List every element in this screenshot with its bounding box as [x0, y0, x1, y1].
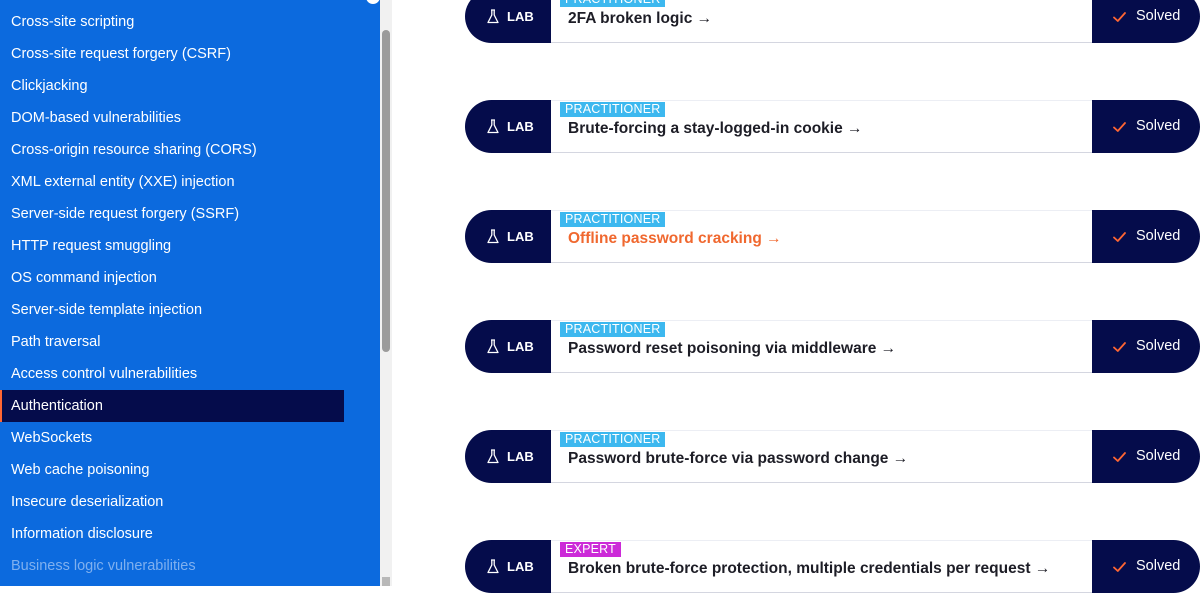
lab-card: LAB PRACTITIONER Password reset poisoning …	[465, 320, 1200, 373]
solved-status-label: Solved	[1136, 228, 1181, 244]
lab-card: LAB EXPERT Broken brute-force protection, …	[465, 540, 1200, 593]
flask-icon	[487, 339, 499, 354]
flask-icon	[487, 229, 499, 244]
sidebar-item-cross-site-scripting[interactable]: Cross-site scripting	[0, 6, 344, 38]
lab-type-pill: LAB	[465, 0, 565, 43]
lab-card-body: PRACTITIONER Offline password cracking →	[551, 210, 1092, 263]
level-badge: EXPERT	[560, 542, 621, 557]
solved-status-label: Solved	[1136, 448, 1181, 464]
sidebar-item-server-side-request-forgery-ssrf[interactable]: Server-side request forgery (SSRF)	[0, 198, 344, 230]
lab-title-link[interactable]: 2FA broken logic →	[568, 10, 712, 28]
lab-type-pill: LAB	[465, 210, 565, 263]
lab-card-body: PRACTITIONER Password reset poisoning via…	[551, 320, 1092, 373]
lab-title-link[interactable]: Password reset poisoning via middleware …	[568, 340, 896, 358]
lab-type-label: LAB	[507, 229, 534, 244]
solved-status-pill: Solved	[1092, 0, 1200, 43]
flask-icon	[487, 119, 499, 134]
lab-card-body: PRACTITIONER 2FA broken logic →	[551, 0, 1092, 43]
lab-type-label: LAB	[507, 9, 534, 24]
sidebar-item-path-traversal[interactable]: Path traversal	[0, 326, 344, 358]
sidebar-item-access-control-vulnerabilities[interactable]: Access control vulnerabilities	[0, 358, 344, 390]
sidebar-item-clickjacking[interactable]: Clickjacking	[0, 70, 344, 102]
lab-title-link[interactable]: Offline password cracking →	[568, 230, 782, 248]
check-icon	[1113, 10, 1126, 22]
lab-card-body: EXPERT Broken brute-force protection, mul…	[551, 540, 1092, 593]
lab-type-pill: LAB	[465, 540, 565, 593]
sidebar-item-xml-external-entity-xxe-injection[interactable]: XML external entity (XXE) injection	[0, 166, 344, 198]
lab-card: LAB PRACTITIONER Offline password cracking…	[465, 210, 1200, 263]
check-icon	[1113, 560, 1126, 572]
lab-card: LAB PRACTITIONER 2FA broken logic → Solved	[465, 0, 1200, 43]
lab-card-body: PRACTITIONER Password brute-force via pas…	[551, 430, 1092, 483]
solved-status-label: Solved	[1136, 8, 1181, 24]
sidebar-item-cross-origin-resource-sharing-cors[interactable]: Cross-origin resource sharing (CORS)	[0, 134, 344, 166]
sidebar-nav: Cross-site scripting Cross-site request f…	[0, 0, 380, 586]
lab-type-pill: LAB	[465, 100, 565, 153]
sidebar-item-server-side-template-injection[interactable]: Server-side template injection	[0, 294, 344, 326]
lab-type-label: LAB	[507, 119, 534, 134]
check-icon	[1113, 230, 1126, 242]
solved-status-label: Solved	[1136, 338, 1181, 354]
lab-list	[392, 0, 1200, 586]
lab-card-body: PRACTITIONER Brute-forcing a stay-logged-…	[551, 100, 1092, 153]
solved-status-pill: Solved	[1092, 320, 1200, 373]
sidebar-scroll-down-arrow[interactable]	[382, 577, 390, 586]
sidebar-item-insecure-deserialization[interactable]: Insecure deserialization	[0, 486, 344, 518]
sidebar-item-dom-based-vulnerabilities[interactable]: DOM-based vulnerabilities	[0, 102, 344, 134]
level-badge: PRACTITIONER	[560, 212, 666, 227]
check-icon	[1113, 120, 1126, 132]
level-badge: PRACTITIONER	[560, 322, 666, 337]
check-icon	[1113, 340, 1126, 352]
sidebar-item-information-disclosure[interactable]: Information disclosure	[0, 518, 344, 550]
lab-type-label: LAB	[507, 559, 534, 574]
lab-type-pill: LAB	[465, 320, 565, 373]
level-badge: PRACTITIONER	[560, 102, 666, 117]
check-icon	[1113, 450, 1126, 462]
flask-icon	[487, 9, 499, 24]
sidebar-scrollbar-thumb[interactable]	[382, 30, 390, 352]
sidebar-item-os-command-injection[interactable]: OS command injection	[0, 262, 344, 294]
lab-title-link[interactable]: Brute-forcing a stay-logged-in cookie →	[568, 120, 863, 138]
sidebar-item-websockets[interactable]: WebSockets	[0, 422, 344, 454]
solved-status-label: Solved	[1136, 118, 1181, 134]
flask-icon	[487, 449, 499, 464]
lab-title-link[interactable]: Password brute-force via password change…	[568, 450, 908, 468]
sidebar-item-authentication[interactable]: Authentication	[0, 390, 344, 422]
lab-card: LAB PRACTITIONER Password brute-force via …	[465, 430, 1200, 483]
lab-title-link[interactable]: Broken brute-force protection, multiple …	[568, 560, 1050, 578]
sidebar-item-cross-site-request-forgery-csrf[interactable]: Cross-site request forgery (CSRF)	[0, 38, 344, 70]
solved-status-pill: Solved	[1092, 540, 1200, 593]
level-badge: PRACTITIONER	[560, 0, 666, 7]
sidebar-item-web-cache-poisoning[interactable]: Web cache poisoning	[0, 454, 344, 486]
flask-icon	[487, 559, 499, 574]
solved-status-pill: Solved	[1092, 210, 1200, 263]
lab-type-label: LAB	[507, 339, 534, 354]
solved-status-label: Solved	[1136, 558, 1181, 574]
sidebar-item-http-request-smuggling[interactable]: HTTP request smuggling	[0, 230, 344, 262]
level-badge: PRACTITIONER	[560, 432, 666, 447]
sidebar-item-business-logic-vulnerabilities[interactable]: Business logic vulnerabilities	[0, 550, 344, 582]
lab-type-label: LAB	[507, 449, 534, 464]
solved-status-pill: Solved	[1092, 430, 1200, 483]
solved-status-pill: Solved	[1092, 100, 1200, 153]
lab-card: LAB PRACTITIONER Brute-forcing a stay-logg…	[465, 100, 1200, 153]
lab-type-pill: LAB	[465, 430, 565, 483]
